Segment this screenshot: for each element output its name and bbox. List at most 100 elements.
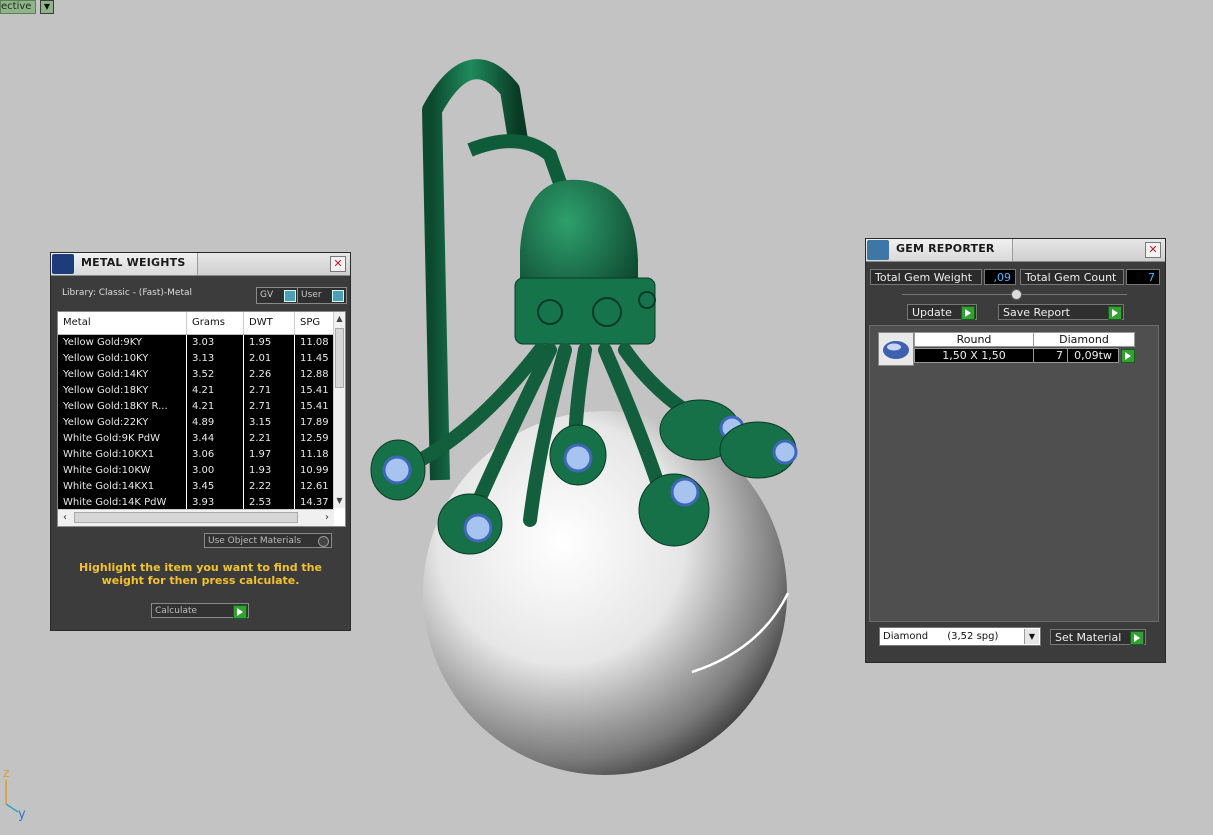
collar-band	[514, 277, 656, 345]
gem-total-weight: 0,09tw	[1067, 348, 1119, 363]
table-cell: 4.89	[187, 415, 244, 431]
play-icon[interactable]	[1130, 631, 1144, 645]
table-row[interactable]: Yellow Gold:14KY 3.52 2.26 12.88	[58, 367, 334, 383]
gem-list[interactable]: Round Diamond 1,50 X 1,50 7 0,09tw	[869, 325, 1159, 622]
table-cell: White Gold:14KX1	[58, 479, 187, 495]
total-gem-weight-value: ,09	[984, 269, 1016, 285]
table-cell: 11.45	[295, 351, 334, 367]
table-cell: 3.15	[244, 415, 295, 431]
close-icon[interactable]: ✕	[1145, 242, 1161, 258]
close-icon[interactable]: ✕	[330, 256, 346, 272]
gem-reporter-panel: GEM REPORTER ✕ Total Gem Weight ,09 Tota…	[865, 238, 1166, 663]
chevron-down-icon[interactable]: ▼	[1024, 629, 1039, 644]
gem-shape: Round	[914, 332, 1034, 347]
gv-toggle[interactable]: GV	[256, 287, 299, 304]
table-cell: White Gold:10KX1	[58, 447, 187, 463]
table-cell: 2.21	[244, 431, 295, 447]
material-select[interactable]: Diamond (3,52 spg) ▼	[879, 627, 1041, 646]
table-cell: 3.52	[187, 367, 244, 383]
viewport-label[interactable]: ective	[0, 0, 37, 14]
total-gem-weight-label: Total Gem Weight	[870, 269, 982, 285]
panel-title: GEM REPORTER	[896, 242, 995, 255]
table-cell: 4.21	[187, 399, 244, 415]
scroll-down-icon[interactable]: ▼	[334, 494, 345, 508]
svg-text:y: y	[18, 807, 26, 822]
total-gem-count-label: Total Gem Count	[1020, 269, 1124, 285]
table-cell: Yellow Gold:10KY	[58, 351, 187, 367]
model-viewport[interactable]	[360, 50, 820, 790]
scroll-right-icon[interactable]: ›	[320, 510, 334, 526]
table-row[interactable]: Yellow Gold:22KY 4.89 3.15 17.89	[58, 415, 334, 431]
user-toggle[interactable]: User	[297, 287, 347, 304]
use-object-materials-toggle[interactable]: Use Object Materials	[204, 533, 332, 548]
play-icon[interactable]	[961, 306, 975, 320]
table-cell: 4.21	[187, 383, 244, 399]
table-header: Metal Grams DWT SPG	[58, 312, 334, 335]
instruction-text: Highlight the item you want to find the …	[79, 561, 322, 587]
table-cell: 17.89	[295, 415, 334, 431]
table-cell: 3.00	[187, 463, 244, 479]
table-row[interactable]: Yellow Gold:18KY 4.21 2.71 15.41	[58, 383, 334, 399]
radio-icon	[318, 536, 329, 547]
table-row[interactable]: White Gold:14KX1 3.45 2.22 12.61	[58, 479, 334, 495]
table-cell: 2.01	[244, 351, 295, 367]
table-row[interactable]: Yellow Gold:18KY R... 4.21 2.71 15.41	[58, 399, 334, 415]
scroll-up-icon[interactable]: ▲	[334, 312, 345, 326]
axis-gizmo: z y	[3, 766, 26, 822]
table-cell: 2.71	[244, 399, 295, 415]
table-cell: 12.59	[295, 431, 334, 447]
vertical-scrollbar[interactable]: ▲ ▼	[333, 312, 345, 508]
table-cell: Yellow Gold:18KY	[58, 383, 187, 399]
table-cell: 2.26	[244, 367, 295, 383]
metal-weights-panel: METAL WEIGHTS ✕ Library: Classic - (Fast…	[50, 252, 351, 631]
table-cell: 2.71	[244, 383, 295, 399]
table-cell: 3.44	[187, 431, 244, 447]
table-cell: 1.95	[244, 335, 295, 351]
gem-material: Diamond	[1033, 332, 1135, 347]
table-cell: White Gold:10KW	[58, 463, 187, 479]
table-cell: 3.06	[187, 447, 244, 463]
table-row[interactable]: White Gold:9K PdW 3.44 2.21 12.59	[58, 431, 334, 447]
library-label: Library: Classic - (Fast)-Metal	[62, 288, 193, 298]
gem-size: 1,50 X 1,50	[914, 348, 1034, 363]
total-gem-count-value: 7	[1126, 269, 1160, 285]
table-cell: 15.41	[295, 383, 334, 399]
table-cell: 3.03	[187, 335, 244, 351]
scroll-left-icon[interactable]: ‹	[58, 510, 72, 526]
table-cell: 10.99	[295, 463, 334, 479]
metal-table[interactable]: Metal Grams DWT SPG Yellow Gold:9KY 3.03 1…	[57, 311, 346, 527]
column-header[interactable]: SPG	[295, 312, 334, 334]
table-row[interactable]: White Gold:10KW 3.00 1.93 10.99	[58, 463, 334, 479]
table-cell: White Gold:9K PdW	[58, 431, 187, 447]
svg-text:z: z	[3, 766, 9, 780]
gem-reporter-titlebar[interactable]: GEM REPORTER ✕	[866, 239, 1165, 262]
table-row[interactable]: White Gold:10KX1 3.06 1.97 11.18	[58, 447, 334, 463]
table-cell: 2.22	[244, 479, 295, 495]
update-button[interactable]: Update	[907, 304, 977, 320]
table-cell: 11.18	[295, 447, 334, 463]
round-gem-icon	[878, 332, 914, 366]
play-icon[interactable]	[1108, 306, 1122, 320]
column-header[interactable]: Metal	[58, 312, 187, 334]
calculate-button[interactable]: Calculate	[151, 603, 249, 619]
table-cell: 1.97	[244, 447, 295, 463]
table-cell: Yellow Gold:9KY	[58, 335, 187, 351]
table-cell: Yellow Gold:18KY R...	[58, 399, 187, 415]
table-cell: Yellow Gold:22KY	[58, 415, 187, 431]
play-icon[interactable]	[233, 605, 247, 619]
play-icon[interactable]	[1121, 349, 1135, 363]
metal-weights-titlebar[interactable]: METAL WEIGHTS ✕	[51, 253, 350, 276]
column-header[interactable]: DWT	[244, 312, 295, 334]
set-material-button[interactable]: Set Material	[1050, 629, 1146, 645]
size-slider-knob[interactable]	[1011, 289, 1022, 300]
save-report-button[interactable]: Save Report	[998, 304, 1124, 320]
viewport-menu-arrow-icon[interactable]: ▼	[40, 0, 54, 14]
table-cell: 12.61	[295, 479, 334, 495]
gem-reporter-logo-icon	[867, 240, 889, 260]
horizontal-scrollbar[interactable]: ‹ ›	[58, 509, 334, 526]
column-header[interactable]: Grams	[187, 312, 244, 334]
table-row[interactable]: Yellow Gold:9KY 3.03 1.95 11.08	[58, 335, 334, 351]
table-cell: 11.08	[295, 335, 334, 351]
table-cell: 12.88	[295, 367, 334, 383]
table-row[interactable]: Yellow Gold:10KY 3.13 2.01 11.45	[58, 351, 334, 367]
